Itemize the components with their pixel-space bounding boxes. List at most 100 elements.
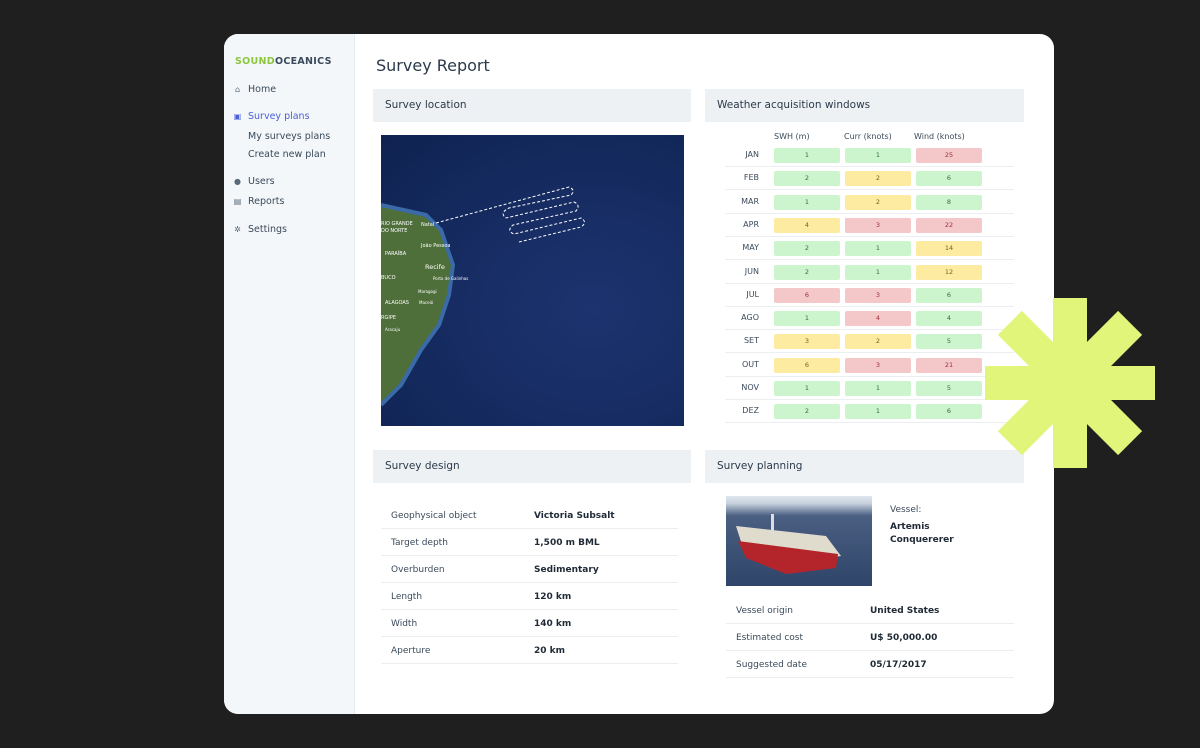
weather-row: MAR 1 2 8 bbox=[725, 191, 1014, 214]
weather-cell: 4 bbox=[845, 311, 911, 327]
month-label: APR bbox=[743, 219, 759, 229]
weather-cell: 12 bbox=[916, 264, 982, 280]
column-header-wind: Wind (knots) bbox=[914, 132, 965, 141]
user-icon: ● bbox=[234, 177, 241, 186]
weather-cell: 1 bbox=[845, 148, 911, 163]
detail-row: Length 120 km bbox=[381, 583, 678, 610]
month-label: DEZ bbox=[742, 406, 759, 416]
weather-cell: 2 bbox=[774, 264, 840, 280]
weather-row: JUN 2 1 12 bbox=[725, 261, 1014, 284]
weather-row: APR 4 3 22 bbox=[725, 214, 1014, 237]
map-label: Maceió bbox=[419, 300, 434, 305]
map-graphic: Natal RIO GRANDE DO NORTE João Pessoa PA… bbox=[381, 186, 585, 407]
month-label: JAN bbox=[745, 150, 759, 159]
detail-row: Overburden Sedimentary bbox=[381, 556, 678, 583]
survey-track bbox=[435, 186, 585, 243]
weather-cell: 3 bbox=[845, 287, 911, 303]
detail-row: Aperture 20 km bbox=[381, 637, 678, 664]
detail-value: 05/17/2017 bbox=[870, 660, 927, 670]
weather-cell: 1 bbox=[845, 404, 911, 420]
vessel-label: Vessel: bbox=[890, 505, 922, 515]
detail-value: 140 km bbox=[534, 619, 572, 629]
weather-cell: 6 bbox=[774, 357, 840, 373]
detail-label: Target depth bbox=[391, 538, 448, 548]
weather-cell: 3 bbox=[845, 357, 911, 373]
weather-cell: 14 bbox=[916, 241, 982, 257]
detail-value: Victoria Subsalt bbox=[534, 511, 615, 521]
sidebar-subitem-my-surveys-plans[interactable]: My surveys plans bbox=[248, 131, 330, 142]
column-header-curr: Curr (knots) bbox=[844, 132, 892, 141]
weather-cell: 3 bbox=[774, 334, 840, 350]
weather-cell: 8 bbox=[916, 194, 982, 210]
weather-cell: 6 bbox=[774, 287, 840, 303]
detail-label: Suggested date bbox=[736, 660, 808, 670]
survey-planning-header: Survey planning bbox=[705, 450, 1024, 483]
map-label: RGIPE bbox=[381, 315, 396, 321]
home-icon: ⌂ bbox=[234, 85, 241, 94]
weather-header: Weather acquisition windows bbox=[705, 89, 1024, 122]
weather-cell: 5 bbox=[916, 334, 982, 350]
month-label: MAY bbox=[742, 243, 759, 253]
map-label: DO NORTE bbox=[381, 228, 407, 234]
detail-value: 20 km bbox=[534, 646, 566, 656]
weather-cell: 22 bbox=[916, 217, 982, 233]
weather-cell: 2 bbox=[845, 171, 911, 187]
sidebar-item-reports[interactable]: ▤ Reports bbox=[233, 196, 285, 207]
column-header-swh: SWH (m) bbox=[774, 132, 810, 141]
detail-row: Geophysical object Victoria Subsalt bbox=[381, 502, 678, 529]
sidebar-item-home[interactable]: ⌂ Home bbox=[233, 84, 276, 95]
page-title: Survey Report bbox=[376, 56, 490, 75]
detail-label: Width bbox=[391, 619, 418, 629]
weather-cell: 6 bbox=[916, 287, 982, 303]
month-label: SET bbox=[743, 336, 759, 346]
detail-value: 120 km bbox=[534, 592, 572, 602]
month-label: JUN bbox=[744, 266, 759, 276]
weather-row: JAN 1 1 25 bbox=[725, 144, 1014, 167]
map-label: Natal bbox=[421, 222, 434, 228]
weather-cell: 5 bbox=[916, 381, 982, 396]
survey-plans-icon: ▣ bbox=[233, 112, 242, 121]
map-label: ALAGOAS bbox=[385, 300, 409, 306]
map-label: Porto de Galinhas bbox=[433, 276, 468, 281]
vessel-name-2: Conquererer bbox=[890, 535, 954, 545]
map-label: Recife bbox=[425, 263, 445, 271]
map-label: BUCO bbox=[381, 275, 396, 281]
month-label: NOV bbox=[741, 383, 759, 392]
detail-row: Suggested date 05/17/2017 bbox=[726, 651, 1014, 678]
weather-cell: 2 bbox=[774, 241, 840, 257]
detail-value: Sedimentary bbox=[534, 565, 599, 575]
logo: SOUNDOCEANICS bbox=[235, 56, 332, 67]
weather-row: SET 3 2 5 bbox=[725, 330, 1014, 354]
map-label: João Pessoa bbox=[420, 243, 451, 249]
weather-row: FEB 2 2 6 bbox=[725, 167, 1014, 191]
weather-cell: 1 bbox=[845, 241, 911, 257]
weather-cell: 1 bbox=[774, 148, 840, 163]
weather-row: NOV 1 1 5 bbox=[725, 377, 1014, 400]
sidebar-item-settings[interactable]: ✲ Settings bbox=[233, 224, 287, 235]
weather-cell: 2 bbox=[774, 171, 840, 187]
weather-row: DEZ 2 1 6 bbox=[725, 400, 1014, 424]
survey-location-header: Survey location bbox=[373, 89, 691, 122]
vessel-photo bbox=[726, 496, 872, 586]
weather-row: JUL 6 3 6 bbox=[725, 284, 1014, 307]
month-label: FEB bbox=[743, 173, 759, 183]
detail-label: Aperture bbox=[391, 646, 431, 656]
weather-cell: 4 bbox=[774, 217, 840, 233]
detail-row: Target depth 1,500 m BML bbox=[381, 529, 678, 556]
map-label: Maragogi bbox=[418, 289, 437, 294]
map-label: Aracaju bbox=[385, 327, 401, 332]
detail-label: Length bbox=[391, 592, 423, 602]
sidebar-item-users[interactable]: ● Users bbox=[233, 176, 275, 187]
survey-location-map[interactable]: Natal RIO GRANDE DO NORTE João Pessoa PA… bbox=[381, 135, 684, 426]
sidebar-item-survey-plans[interactable]: ▣ Survey plans bbox=[233, 111, 310, 122]
weather-cell: 2 bbox=[845, 194, 911, 210]
sidebar-subitem-create-new-plan[interactable]: Create new plan bbox=[248, 149, 326, 160]
gear-icon: ✲ bbox=[234, 225, 241, 234]
vessel-name: Artemis bbox=[890, 522, 930, 532]
weather-cell: 4 bbox=[916, 311, 982, 327]
weather-cell: 1 bbox=[845, 264, 911, 280]
sidebar: SOUNDOCEANICS ⌂ Home ▣ Survey plans My sur… bbox=[224, 34, 355, 714]
detail-label: Geophysical object bbox=[391, 511, 477, 521]
weather-cell: 1 bbox=[845, 381, 911, 396]
weather-cell: 3 bbox=[845, 217, 911, 233]
